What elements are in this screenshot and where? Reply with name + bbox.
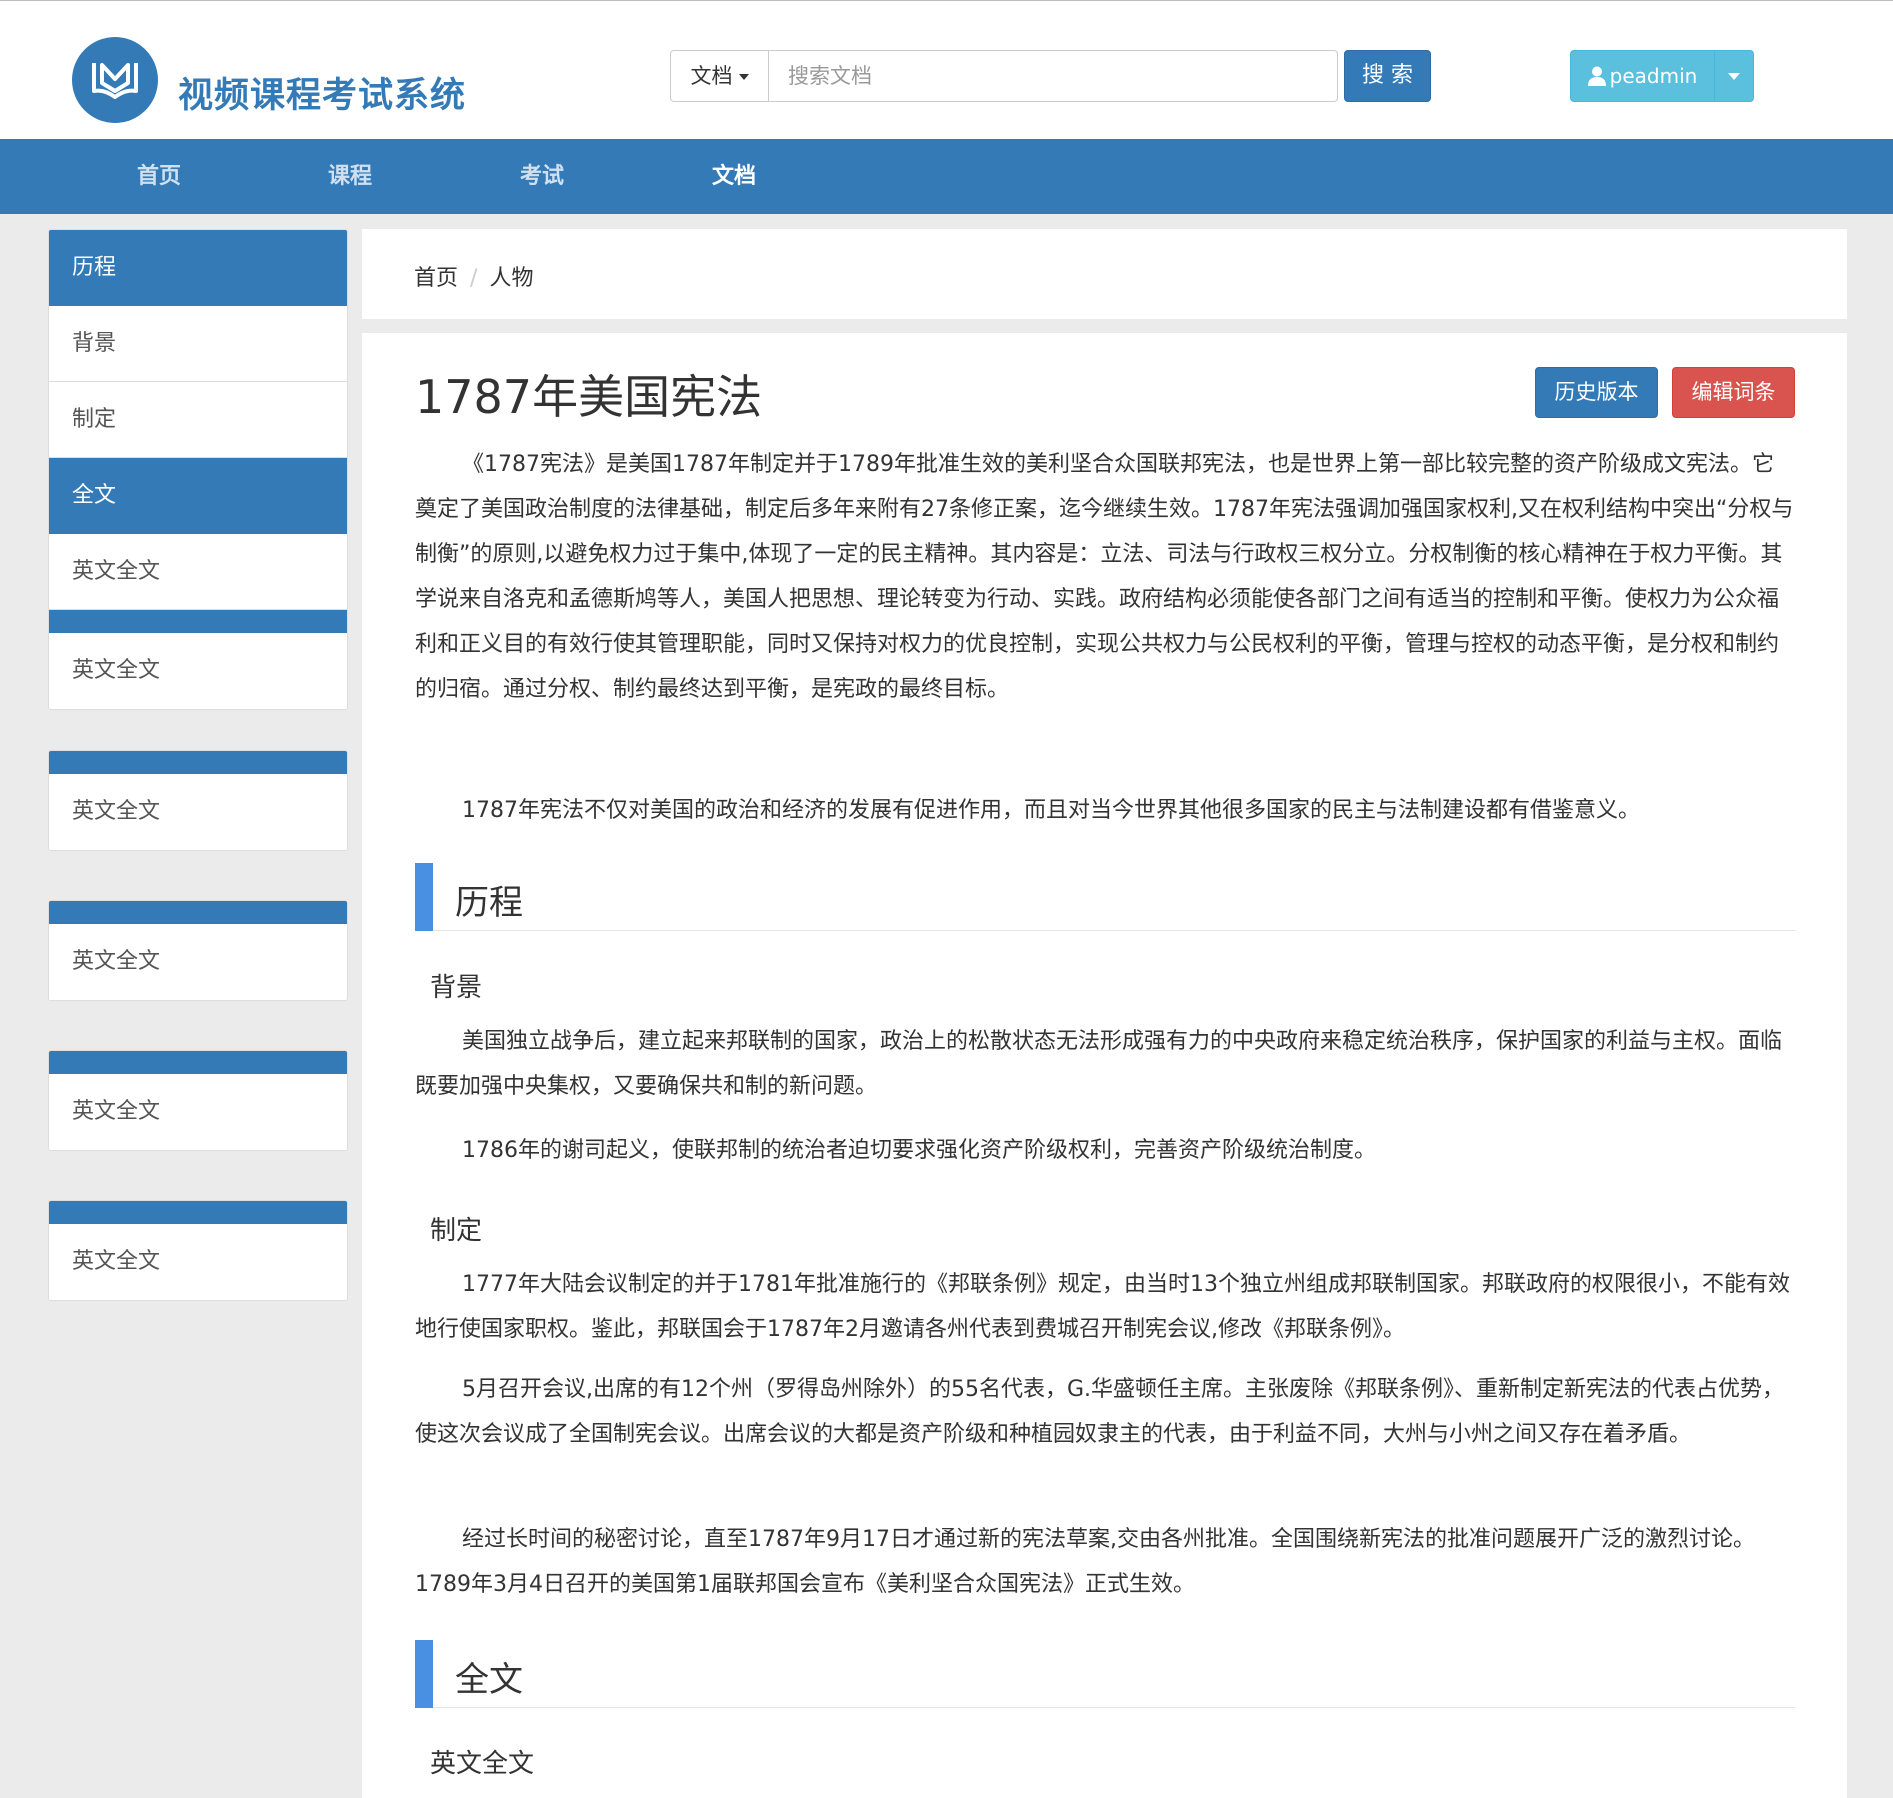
section-header-history: 历程: [415, 863, 1795, 931]
main-nav: 首页 课程 考试 文档: [0, 139, 1893, 214]
breadcrumb-current: 人物: [489, 266, 534, 291]
caret-down-icon: [738, 74, 749, 80]
nav-exams[interactable]: 考试: [482, 139, 602, 214]
subsection-title-background: 背景: [430, 973, 483, 1003]
breadcrumb-separator: /: [470, 266, 478, 291]
nav-documents[interactable]: 文档: [674, 139, 794, 214]
username: peadmin: [1609, 64, 1698, 88]
user-button[interactable]: peadmin: [1571, 51, 1715, 101]
sidebar-divider: [49, 1201, 347, 1224]
nav-home[interactable]: 首页: [99, 139, 219, 214]
search-type-label: 文档: [690, 64, 733, 88]
sidebar-group: 英文全文: [48, 750, 348, 851]
making-paragraph-3: 经过长时间的秘密讨论，直至1787年9月17日才通过新的宪法草案,交由各州批准。…: [415, 1527, 1755, 1597]
breadcrumb-home[interactable]: 首页: [414, 266, 458, 291]
breadcrumb: 首页 / 人物: [414, 260, 533, 292]
sidebar-divider: [49, 751, 347, 774]
sidebar-item-english[interactable]: 英文全文: [49, 1224, 347, 1300]
breadcrumb-panel: 首页 / 人物: [362, 229, 1847, 319]
history-version-button[interactable]: 历史版本: [1535, 367, 1658, 418]
section-accent-bar: [415, 863, 433, 931]
section-title: 历程: [455, 883, 523, 923]
sidebar-group: 英文全文: [48, 900, 348, 1001]
sidebar-item-english[interactable]: 英文全文: [49, 534, 347, 610]
subsection-title-english: 英文全文: [430, 1749, 535, 1779]
page-title: 1787年美国宪法: [415, 370, 763, 424]
user-dropdown-toggle[interactable]: [1715, 51, 1753, 101]
site-title[interactable]: 视频课程考试系统: [178, 67, 466, 118]
section-title: 全文: [455, 1660, 523, 1700]
edit-entry-button[interactable]: 编辑词条: [1672, 367, 1795, 418]
sidebar-item-english[interactable]: 英文全文: [49, 924, 347, 1000]
sidebar-item-background[interactable]: 背景: [49, 306, 347, 382]
sidebar-toc: 历程 背景 制定 全文 英文全文 英文全文: [48, 229, 348, 710]
section-header-fulltext: 全文: [415, 1640, 1795, 1708]
search-input[interactable]: [770, 51, 1337, 101]
section-accent-bar: [415, 1640, 433, 1708]
making-paragraph-1: 1777年大陆会议制定的并于1781年批准施行的《邦联条例》规定，由当时13个独…: [415, 1272, 1790, 1342]
intro-paragraph-2: 1787年宪法不仅对美国的政治和经济的发展有促进作用，而且对当今世界其他很多国家…: [462, 798, 1640, 823]
top-header: 视频课程考试系统 文档 搜 索 peadmin: [0, 0, 1893, 139]
document-content: 1787年美国宪法 历史版本 编辑词条 《1787宪法》是美国1787年制定并于…: [362, 333, 1847, 1798]
sidebar-group: 英文全文: [48, 1050, 348, 1151]
sidebar-divider: [49, 1051, 347, 1074]
sidebar-item-history[interactable]: 历程: [49, 230, 347, 306]
subsection-title-making: 制定: [430, 1216, 483, 1246]
sidebar-group: 英文全文: [48, 1200, 348, 1301]
sidebar-divider: [49, 901, 347, 924]
search-type-dropdown[interactable]: 文档: [671, 51, 769, 101]
making-paragraph-2: 5月召开会议,出席的有12个州（罗得岛州除外）的55名代表，G.华盛顿任主席。主…: [415, 1377, 1785, 1447]
search-bar: 文档: [670, 50, 1338, 102]
search-button[interactable]: 搜 索: [1344, 50, 1431, 102]
sidebar-divider: [49, 610, 347, 633]
sidebar-item-making[interactable]: 制定: [49, 382, 347, 458]
book-logo-icon[interactable]: [72, 37, 158, 123]
user-icon: [1587, 66, 1606, 86]
user-menu: peadmin: [1570, 50, 1754, 102]
intro-paragraph: 《1787宪法》是美国1787年制定并于1789年批准生效的美利坚合众国联邦宪法…: [415, 452, 1794, 702]
sidebar-item-english[interactable]: 英文全文: [49, 774, 347, 850]
sidebar-item-fulltext[interactable]: 全文: [49, 458, 347, 534]
sidebar-item-english[interactable]: 英文全文: [49, 1074, 347, 1150]
background-paragraph-2: 1786年的谢司起义，使联邦制的统治者迫切要求强化资产阶级权利，完善资产阶级统治…: [462, 1138, 1376, 1163]
nav-courses[interactable]: 课程: [290, 139, 410, 214]
caret-down-icon: [1728, 73, 1740, 80]
sidebar-item-english[interactable]: 英文全文: [49, 633, 347, 709]
background-paragraph-1: 美国独立战争后，建立起来邦联制的国家，政治上的松散状态无法形成强有力的中央政府来…: [415, 1029, 1783, 1099]
